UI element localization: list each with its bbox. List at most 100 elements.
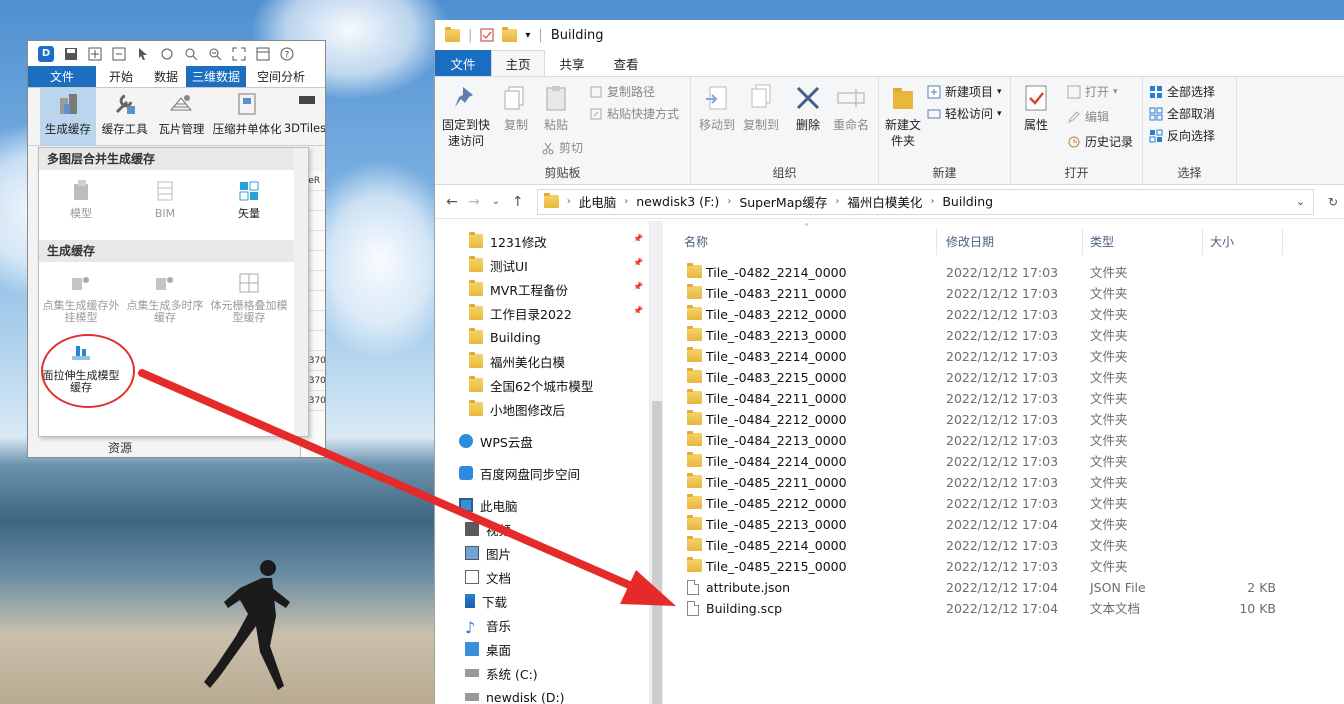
copy-to-button[interactable]: 复制到 bbox=[739, 83, 783, 133]
table-row[interactable]: Tile_-0484_2211_0000 2022/12/12 17:03 文件夹 bbox=[664, 388, 1344, 409]
table-row[interactable]: Tile_-0485_2214_0000 2022/12/12 17:03 文件夹 bbox=[664, 535, 1344, 556]
table-row[interactable]: Tile_-0485_2212_0000 2022/12/12 17:03 文件夹 bbox=[664, 493, 1344, 514]
navigation-scrollbar[interactable] bbox=[649, 221, 663, 704]
tab-file[interactable]: 文件 bbox=[28, 66, 96, 87]
table-row[interactable]: Tile_-0482_2214_0000 2022/12/12 17:03 文件夹 bbox=[664, 262, 1344, 283]
table-row[interactable]: Tile_-0485_2215_0000 2022/12/12 17:03 文件夹 bbox=[664, 556, 1344, 577]
table-row[interactable]: Tile_-0483_2215_0000 2022/12/12 17:03 文件夹 bbox=[664, 367, 1344, 388]
easy-access-button[interactable]: 轻松访问 ▾ bbox=[927, 105, 1002, 122]
column-header-name[interactable]: 名称 bbox=[684, 221, 924, 263]
nav-item[interactable]: newdisk (D:) bbox=[465, 685, 565, 704]
3dtiles-button[interactable]: 3DTiles bbox=[284, 88, 325, 146]
back-arrow-icon[interactable]: ← bbox=[441, 194, 463, 210]
add-icon[interactable] bbox=[88, 47, 102, 61]
menu-item-vector[interactable]: 矢量 bbox=[207, 170, 291, 240]
invert-selection-button[interactable]: 反向选择 bbox=[1149, 127, 1215, 144]
nav-item[interactable]: 百度网盘同步空间 bbox=[459, 461, 580, 485]
new-icon[interactable] bbox=[112, 47, 126, 61]
pointer-icon[interactable] bbox=[136, 47, 150, 61]
table-row[interactable]: Tile_-0484_2212_0000 2022/12/12 17:03 文件夹 bbox=[664, 409, 1344, 430]
column-divider[interactable] bbox=[936, 229, 937, 255]
tab-data[interactable]: 数据 bbox=[146, 66, 186, 87]
column-divider[interactable] bbox=[1082, 229, 1083, 255]
tab-spatial-analysis[interactable]: 空间分析 bbox=[246, 66, 316, 87]
breadcrumb-supermap-cache[interactable]: SuperMap缓存 bbox=[739, 192, 827, 211]
nav-item[interactable]: 测试UI bbox=[469, 253, 528, 277]
pin-icon[interactable]: 📌 bbox=[633, 282, 643, 291]
nav-item[interactable]: 视频 bbox=[465, 517, 511, 541]
column-header-type[interactable]: 类型 bbox=[1090, 221, 1190, 263]
menu-item-bim[interactable]: BIM bbox=[123, 170, 207, 240]
table-row[interactable]: Tile_-0483_2214_0000 2022/12/12 17:03 文件夹 bbox=[664, 346, 1344, 367]
nav-item[interactable]: 下载 bbox=[465, 589, 507, 613]
new-folder-button[interactable]: 新建文件夹 bbox=[883, 83, 923, 149]
menu-item-point-cache-external[interactable]: 点集生成缓存外挂模型 bbox=[39, 262, 123, 332]
column-header-date[interactable]: 修改日期 bbox=[946, 221, 1076, 263]
select-none-button[interactable]: 全部取消 bbox=[1149, 105, 1215, 122]
tab-share[interactable]: 共享 bbox=[545, 50, 599, 76]
column-divider[interactable] bbox=[1282, 229, 1283, 255]
copy-button[interactable]: 复制 bbox=[499, 83, 533, 133]
nav-item[interactable]: 工作目录2022 bbox=[469, 301, 572, 325]
address-bar[interactable]: › 此电脑 › newdisk3 (F:) › SuperMap缓存 › 福州白… bbox=[536, 188, 1315, 215]
breadcrumb-building[interactable]: Building bbox=[942, 194, 993, 209]
nav-item[interactable]: WPS云盘 bbox=[459, 429, 533, 453]
nav-item[interactable]: ♪ 音乐 bbox=[465, 613, 511, 637]
column-header-size[interactable]: 大小 bbox=[1210, 221, 1280, 263]
table-row[interactable]: Building.scp 2022/12/12 17:04 文本文档 10 KB bbox=[664, 598, 1344, 619]
qat-dropdown-icon[interactable]: ▾ bbox=[525, 30, 530, 41]
tab-start[interactable]: 开始 bbox=[96, 66, 146, 87]
pin-icon[interactable]: 📌 bbox=[633, 258, 643, 267]
pin-quick-access-button[interactable]: 固定到快速访问 bbox=[441, 83, 491, 149]
breadcrumb-drive[interactable]: newdisk3 (F:) bbox=[636, 194, 719, 209]
new-folder-qat-icon[interactable] bbox=[502, 26, 518, 42]
properties-qat-icon[interactable] bbox=[480, 28, 494, 42]
edit-button[interactable]: 编辑 bbox=[1067, 108, 1109, 125]
table-row[interactable]: Tile_-0483_2212_0000 2022/12/12 17:03 文件夹 bbox=[664, 304, 1344, 325]
paste-button[interactable]: 粘贴 bbox=[539, 83, 573, 133]
table-row[interactable]: Tile_-0485_2211_0000 2022/12/12 17:03 文件夹 bbox=[664, 472, 1344, 493]
address-dropdown-icon[interactable]: ⌄ bbox=[1296, 195, 1305, 208]
nav-item[interactable]: 图片 bbox=[465, 541, 511, 565]
table-row[interactable]: attribute.json 2022/12/12 17:04 JSON File 2… bbox=[664, 577, 1344, 598]
cut-button[interactable]: 剪切 bbox=[541, 139, 583, 156]
select-all-button[interactable]: 全部选择 bbox=[1149, 83, 1215, 100]
new-item-button[interactable]: 新建项目 ▾ bbox=[927, 83, 1002, 100]
nav-item[interactable]: 1231修改 bbox=[469, 229, 547, 253]
recent-chevron-icon[interactable]: ⌄ bbox=[485, 196, 507, 207]
column-divider[interactable] bbox=[1202, 229, 1203, 255]
help-icon[interactable]: ? bbox=[280, 47, 294, 61]
nav-item[interactable]: 系统 (C:) bbox=[465, 661, 538, 685]
breadcrumb-this-pc[interactable]: 此电脑 bbox=[579, 192, 617, 211]
table-row[interactable]: Tile_-0484_2213_0000 2022/12/12 17:03 文件夹 bbox=[664, 430, 1344, 451]
pin-icon[interactable]: 📌 bbox=[633, 234, 643, 243]
table-row[interactable]: Tile_-0483_2213_0000 2022/12/12 17:03 文件夹 bbox=[664, 325, 1344, 346]
table-row[interactable]: Tile_-0484_2214_0000 2022/12/12 17:03 文件夹 bbox=[664, 451, 1344, 472]
nav-item[interactable]: 全国62个城市模型 bbox=[469, 373, 593, 397]
properties-button[interactable]: 属性 bbox=[1019, 83, 1053, 133]
tab-view[interactable]: 查看 bbox=[599, 50, 653, 76]
tab-home[interactable]: 主页 bbox=[491, 50, 545, 76]
breadcrumb-fuzhou[interactable]: 福州白模美化 bbox=[847, 192, 922, 211]
workspace-resources-item[interactable]: 资源 bbox=[68, 439, 298, 457]
pin-icon[interactable]: 📌 bbox=[633, 306, 643, 315]
paste-shortcut-button[interactable]: 粘贴快捷方式 bbox=[589, 105, 679, 122]
nav-item[interactable]: 桌面 bbox=[465, 637, 511, 661]
compress-monomer-button[interactable]: 压缩并单体化 bbox=[209, 88, 285, 146]
zoom-in-icon[interactable] bbox=[184, 47, 198, 61]
generate-cache-button[interactable]: 生成缓存 bbox=[40, 88, 96, 146]
layout-icon[interactable] bbox=[256, 47, 270, 61]
menu-item-model[interactable]: 模型 bbox=[39, 170, 123, 240]
table-row[interactable]: Tile_-0485_2213_0000 2022/12/12 17:04 文件夹 bbox=[664, 514, 1344, 535]
full-extent-icon[interactable] bbox=[232, 47, 246, 61]
nav-item[interactable]: 福州美化白模 bbox=[469, 349, 565, 373]
open-button[interactable]: 打开 ▾ bbox=[1067, 83, 1118, 100]
scrollbar-thumb[interactable] bbox=[652, 401, 662, 704]
nav-item[interactable]: 文档 bbox=[465, 565, 511, 589]
tab-3d-data[interactable]: 三维数据 bbox=[186, 66, 246, 87]
move-to-button[interactable]: 移动到 bbox=[695, 83, 739, 133]
refresh-icon[interactable]: ↻ bbox=[1322, 195, 1344, 209]
menu-item-point-cache-temporal[interactable]: 点集生成多时序缓存 bbox=[123, 262, 207, 332]
nav-item[interactable]: MVR工程备份 bbox=[469, 277, 568, 301]
history-button[interactable]: 历史记录 bbox=[1067, 133, 1133, 150]
